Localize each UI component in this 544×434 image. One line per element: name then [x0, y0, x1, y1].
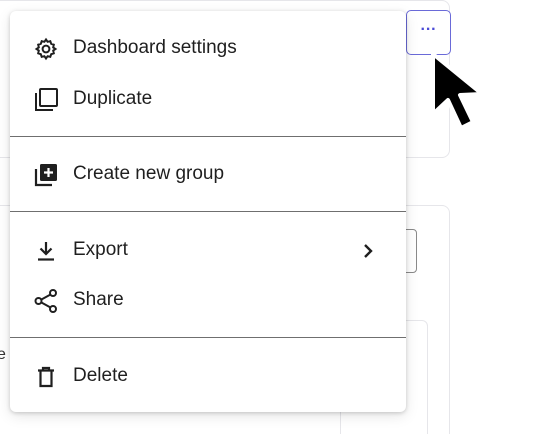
menu-item-create-new-group[interactable]: Create new group — [10, 152, 406, 196]
menu-item-dashboard-settings[interactable]: Dashboard settings — [10, 26, 406, 70]
menu-item-label: Delete — [73, 365, 128, 386]
menu-item-label: Duplicate — [73, 88, 153, 109]
duplicate-icon — [33, 87, 59, 113]
chevron-right-icon — [360, 240, 376, 262]
menu-item-label: Share — [73, 289, 124, 310]
gear-icon — [33, 36, 59, 62]
menu-item-label: Export — [73, 239, 128, 260]
more-horizontal-icon: ··· — [420, 20, 437, 38]
menu-item-duplicate[interactable]: Duplicate — [10, 77, 406, 121]
menu-item-share[interactable]: Share — [10, 278, 406, 322]
menu-separator — [10, 337, 406, 338]
trash-icon — [33, 364, 59, 390]
mouse-pointer-icon — [431, 52, 484, 130]
download-icon — [33, 238, 59, 264]
menu-item-delete[interactable]: Delete — [10, 354, 406, 398]
background-text: e — [0, 346, 6, 363]
more-options-button[interactable]: ··· — [406, 10, 451, 55]
add-group-icon — [33, 162, 59, 188]
dashboard-options-menu: Dashboard settings Duplicate Create new … — [10, 11, 406, 412]
menu-separator — [10, 136, 406, 137]
menu-item-label: Dashboard settings — [73, 37, 237, 58]
menu-item-export[interactable]: Export — [10, 228, 406, 272]
menu-separator — [10, 211, 406, 212]
share-icon — [33, 288, 59, 314]
menu-item-label: Create new group — [73, 163, 225, 184]
